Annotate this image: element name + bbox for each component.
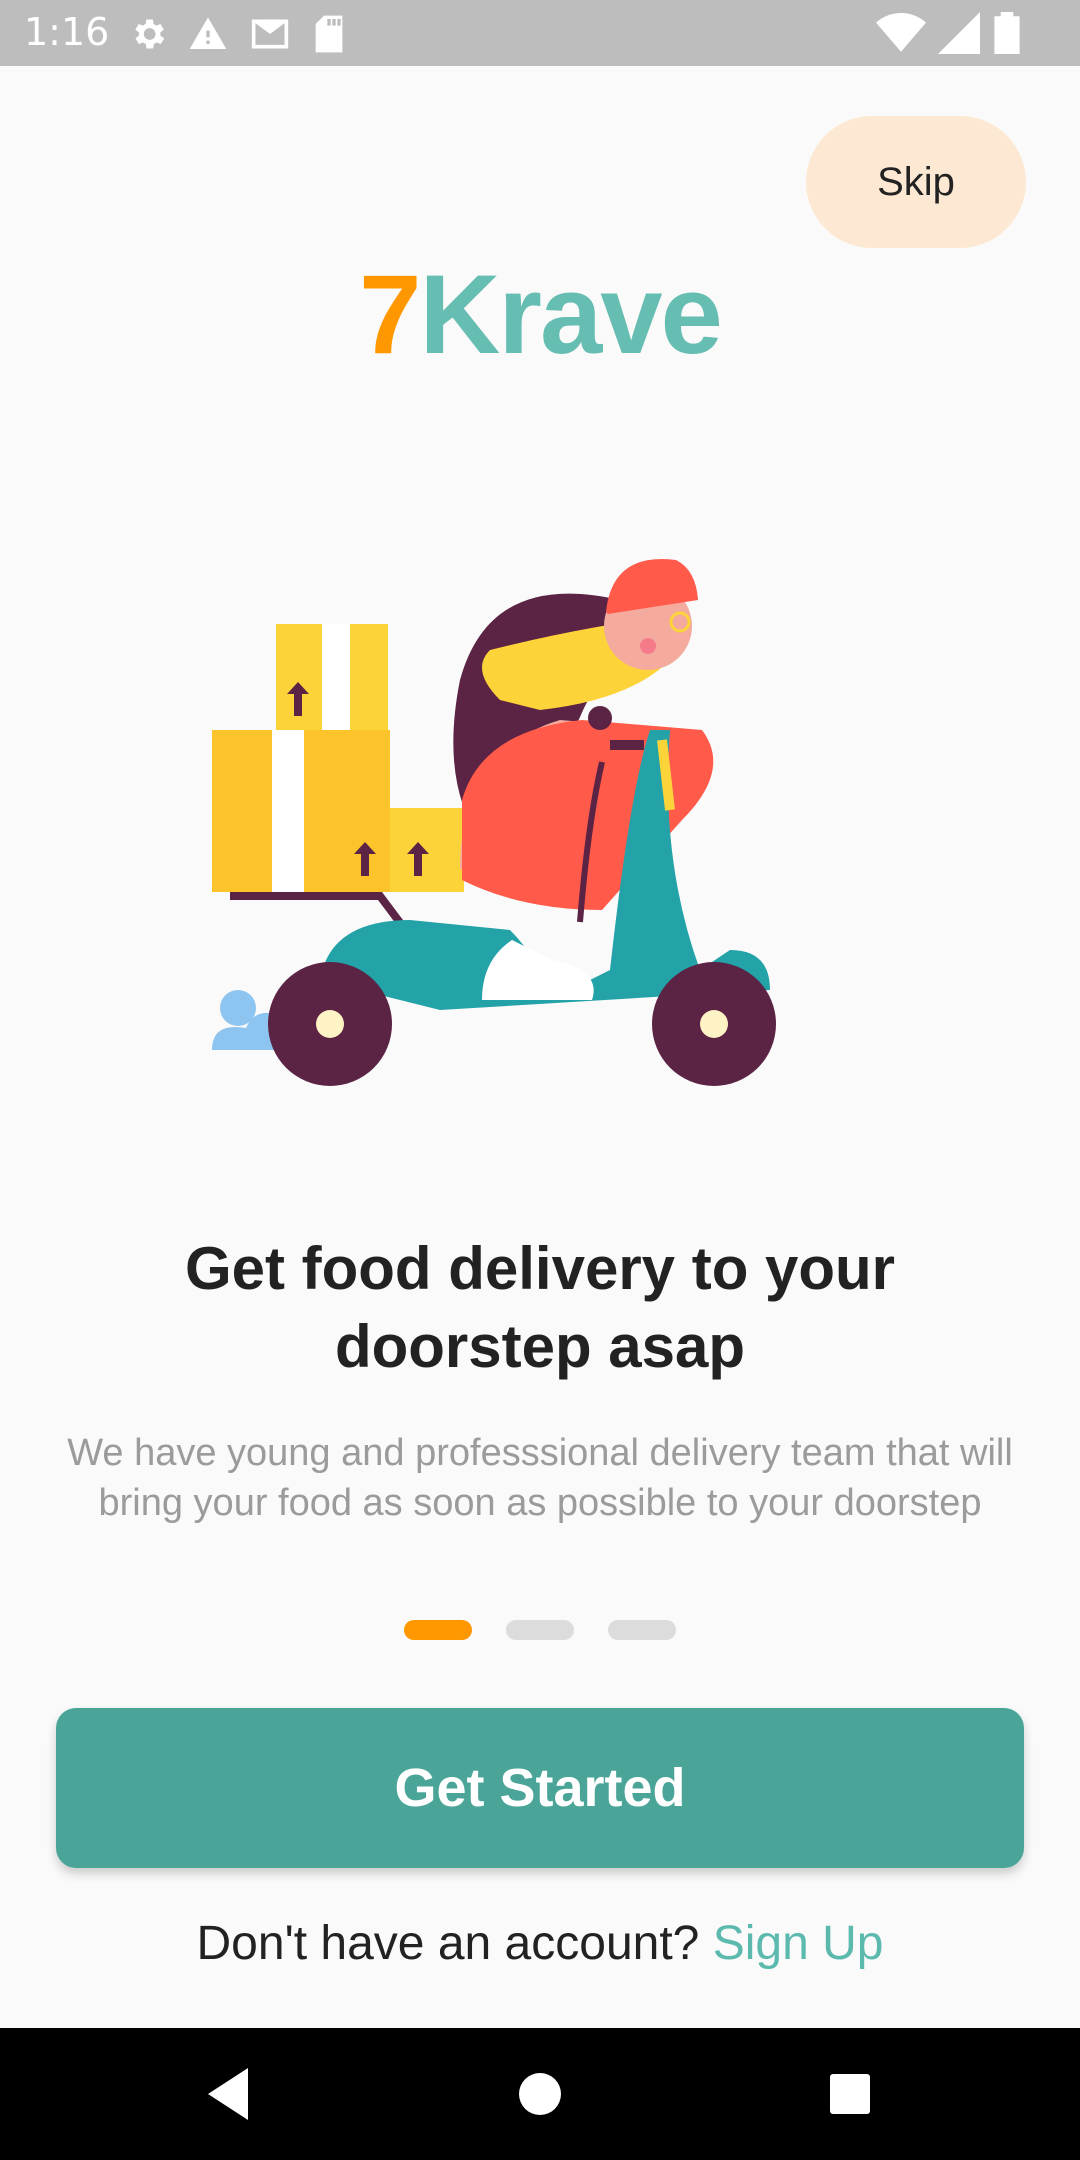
signup-row: Don't have an account? Sign Up: [0, 1916, 1080, 1971]
page-indicator-dot: [608, 1620, 676, 1640]
gmail-icon: [251, 19, 289, 49]
app-logo: 7Krave: [0, 250, 1080, 379]
page-indicator: [0, 1620, 1080, 1640]
navigation-bar: [0, 2028, 1080, 2160]
cargo-boxes-shape: [212, 624, 464, 892]
wifi-icon: [876, 13, 926, 52]
delivery-scooter-illustration: [212, 559, 776, 1086]
logo-seven: 7: [359, 252, 421, 377]
back-icon[interactable]: [202, 2064, 252, 2124]
recents-icon[interactable]: [828, 2064, 872, 2124]
status-bar: 1:16: [0, 0, 1080, 66]
cell-signal-icon: [938, 12, 980, 54]
skip-button[interactable]: Skip: [806, 116, 1026, 248]
page-indicator-dot-active: [404, 1620, 472, 1640]
page-indicator-dot: [506, 1620, 574, 1640]
onboarding-headline: Get food delivery to your doorstep asap: [184, 1235, 896, 1380]
settings-icon: [135, 19, 165, 49]
sd-card-icon: [315, 15, 343, 53]
get-started-button[interactable]: Get Started: [56, 1708, 1024, 1868]
onboarding-subtitle: We have young and professsional delivery…: [67, 1432, 1013, 1524]
sign-up-link[interactable]: Sign Up: [713, 1917, 884, 1970]
status-icons-right: [876, 12, 1056, 54]
signup-prompt: Don't have an account?: [196, 1917, 700, 1970]
home-icon[interactable]: [516, 2064, 564, 2124]
status-time: 1:16: [24, 10, 110, 54]
logo-name: Krave: [419, 252, 722, 377]
battery-icon: [994, 12, 1020, 54]
warning-icon: [189, 17, 227, 49]
